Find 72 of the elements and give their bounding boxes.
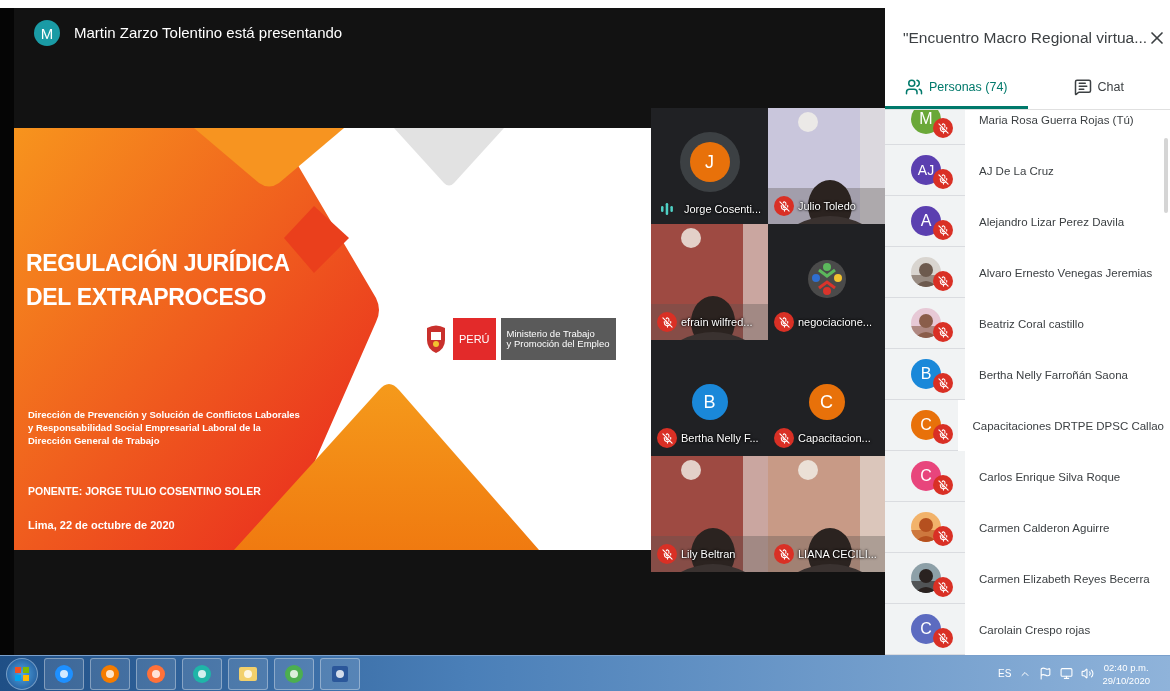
video-tile[interactable]: B Bertha Nelly F... xyxy=(651,340,768,456)
app-icon xyxy=(191,662,213,685)
participant-name: Capacitacion... xyxy=(798,432,871,444)
taskbar-app-button[interactable] xyxy=(228,657,268,690)
panel-tab[interactable]: Chat xyxy=(1027,68,1170,109)
avatar: C xyxy=(911,614,941,644)
meeting-title: "Encuentro Macro Regional virtua... xyxy=(903,29,1148,47)
avatar: C xyxy=(808,384,845,420)
participant-row[interactable]: Alvaro Ernesto Venegas Jeremias xyxy=(885,247,1164,298)
video-tile[interactable]: negociacione... xyxy=(768,224,885,340)
people-logo-icon xyxy=(806,258,847,300)
participant-name: negociacione... xyxy=(798,316,872,328)
presenting-label: Martin Zarzo Tolentino está presentando xyxy=(74,23,343,43)
chat-icon xyxy=(1073,78,1092,96)
taskbar-app-button[interactable] xyxy=(136,657,176,690)
start-button[interactable] xyxy=(6,657,38,690)
participant-row[interactable]: A Alejandro Lizar Perez Davila xyxy=(885,196,1164,247)
taskbar-app-button[interactable] xyxy=(320,657,360,690)
slide-title: REGULACIÓN JURÍDICA DEL EXTRAPROCESO xyxy=(26,248,291,312)
participant-name: Beatriz Coral castillo xyxy=(978,317,1084,330)
app-icon xyxy=(99,662,121,685)
participant-row[interactable]: Carmen Elizabeth Reyes Becerra xyxy=(885,553,1164,604)
people-icon xyxy=(905,78,923,96)
participant-name: Capacitaciones DRTPE DPSC Callao xyxy=(971,419,1164,432)
video-tile[interactable]: Lily Beltran xyxy=(651,456,768,572)
presenter-avatar: M xyxy=(34,20,60,46)
participant-name: Alvaro Ernesto Venegas Jeremias xyxy=(978,266,1153,279)
participant-row[interactable]: C Carlos Enrique Silva Roque xyxy=(885,451,1164,502)
participant-row[interactable]: Carmen Calderon Aguirre xyxy=(885,502,1164,553)
participant-name: Bertha Nelly Farroñán Saona xyxy=(978,368,1128,381)
participant-name: Carmen Elizabeth Reyes Becerra xyxy=(978,572,1150,585)
country-badge: PERÚ xyxy=(453,318,496,360)
taskbar-app-button[interactable] xyxy=(44,657,84,690)
participant-name: Carolain Crespo rojas xyxy=(978,623,1091,636)
participant-name: efrain wilfred... xyxy=(681,316,753,328)
video-tile[interactable]: J Jorge Cosenti... xyxy=(651,108,768,224)
scrollbar-thumb[interactable] xyxy=(1164,138,1168,213)
participant-name: Bertha Nelly F... xyxy=(681,432,759,444)
taskbar-app-button[interactable] xyxy=(90,657,130,690)
participant-name: Carmen Calderon Aguirre xyxy=(978,521,1110,534)
taskbar-app-button[interactable] xyxy=(182,657,222,690)
avatar: C xyxy=(911,410,941,440)
slide-date: Lima, 22 de octubre de 2020 xyxy=(28,519,176,531)
avatar: M xyxy=(911,110,941,134)
participant-row[interactable]: B Bertha Nelly Farroñán Saona xyxy=(885,349,1164,400)
app-icon xyxy=(283,662,305,685)
avatar: B xyxy=(691,384,728,420)
app-icon xyxy=(53,662,75,685)
participant-name: Lily Beltran xyxy=(681,548,736,560)
app-icon xyxy=(145,662,167,685)
participant-name: Carlos Enrique Silva Roque xyxy=(978,470,1121,483)
participant-name: Alejandro Lizar Perez Davila xyxy=(978,215,1125,228)
participant-name: Jorge Cosenti... xyxy=(684,203,762,215)
avatar: A xyxy=(911,206,941,236)
participant-row[interactable]: AJ AJ De La Cruz xyxy=(885,145,1164,196)
taskbar-app-button[interactable] xyxy=(274,657,314,690)
participant-row[interactable]: C Capacitaciones DRTPE DPSC Callao xyxy=(885,400,1164,451)
slide-speaker: PONENTE: JORGE TULIO COSENTINO SOLER xyxy=(28,485,262,497)
participant-row[interactable]: Beatriz Coral castillo xyxy=(885,298,1164,349)
slide-subtitle: Dirección de Prevención y Solución de Conflictos Laborales y Responsabilidad Social Empresarial Laboral de la Dirección General de Trabajo xyxy=(28,408,301,447)
windows-logo-icon xyxy=(14,665,30,682)
participant-name: AJ De La Cruz xyxy=(978,164,1054,177)
video-tile[interactable]: efrain wilfred... xyxy=(651,224,768,340)
participant-name: Maria Rosa Guerra Rojas (Tú) xyxy=(978,113,1134,126)
video-tile[interactable]: C Capacitacion... xyxy=(768,340,885,456)
ministry-label: Ministerio de Trabajo y Promoción del Empleo xyxy=(500,318,616,360)
avatar: AJ xyxy=(911,155,941,185)
avatar: B xyxy=(911,359,941,389)
participant-row[interactable]: M Maria Rosa Guerra Rojas (Tú) xyxy=(885,110,1164,145)
participant-row[interactable]: C Carolain Crespo rojas xyxy=(885,604,1164,655)
coat-of-arms-icon xyxy=(424,324,448,354)
avatar: C xyxy=(911,461,941,491)
